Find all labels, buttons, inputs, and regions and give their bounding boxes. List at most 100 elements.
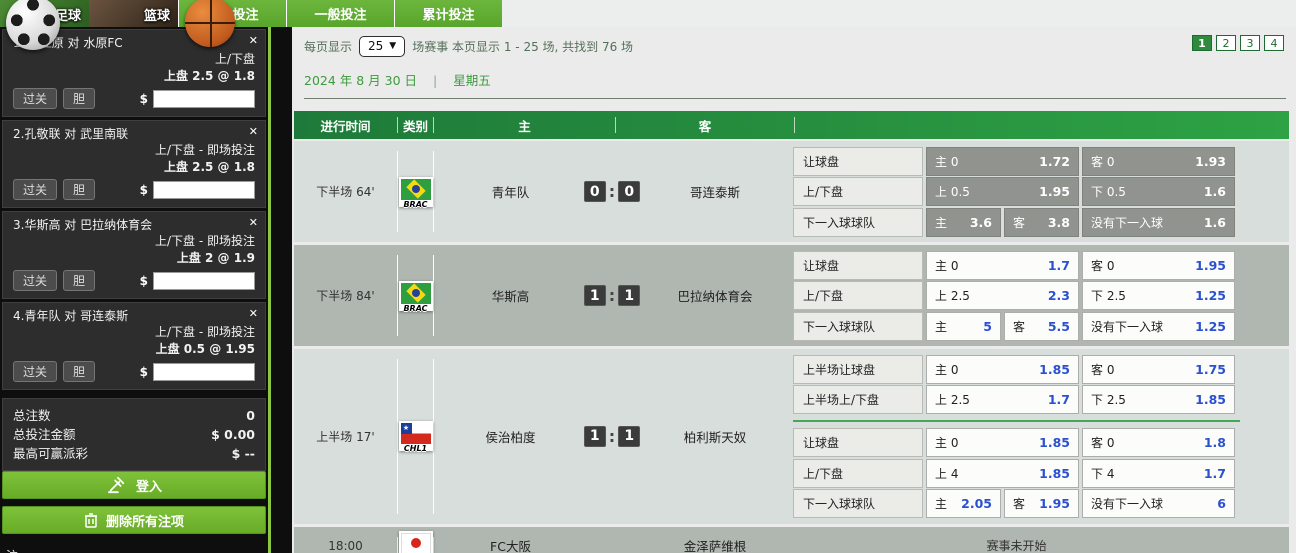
summary-value: $ -- <box>231 446 255 461</box>
gavel-icon <box>107 476 125 494</box>
market-label: 让球盘 <box>793 250 923 280</box>
odds-cell[interactable]: 客 0 1.75 <box>1082 354 1235 384</box>
odds-value: 1.25 <box>1195 318 1226 334</box>
odds-value: 1.95 <box>1039 184 1070 199</box>
odds-cell[interactable]: 客 1.95 <box>1004 489 1079 518</box>
odds-area: 让球盘主 0 1.72 客 0 1.93 上/下盘上 0.5 1.95 下 0.5 1.6 下一… <box>793 145 1240 238</box>
market-row: 上半场上/下盘上 2.5 1.7 下 2.5 1.85 <box>793 385 1240 414</box>
match-row: 上半场 17' CHL1 侯治柏度 1:1 柏利斯天奴 上半场让球盘主 0 1.85 客 0 1… <box>294 349 1289 524</box>
odds-selection: 上 4 <box>935 466 959 481</box>
tab-basketball[interactable]: 篮球 <box>89 0 235 47</box>
odds-selection: 客 <box>1013 319 1026 334</box>
stake-input[interactable] <box>153 362 255 381</box>
odds-value: 1.72 <box>1039 153 1070 169</box>
stake-input[interactable] <box>153 89 255 108</box>
odds-cell[interactable]: 上 2.5 2.3 <box>926 281 1079 310</box>
market-label: 上/下盘 <box>793 458 923 488</box>
close-icon[interactable]: ✕ <box>249 216 258 229</box>
summary-value: $ 0.00 <box>211 427 255 442</box>
odds-selection: 下 4 <box>1091 466 1115 481</box>
odds-cell[interactable]: 下 2.5 1.85 <box>1082 385 1235 414</box>
close-icon[interactable]: ✕ <box>249 125 258 138</box>
clear-all-button-label: 删除所有注项 <box>105 514 184 530</box>
market-group-divider <box>793 420 1240 422</box>
banker-button[interactable]: 胆 <box>63 88 96 109</box>
banker-button[interactable]: 胆 <box>63 179 96 200</box>
odds-selection: 没有下一入球 <box>1091 319 1164 334</box>
match-row: 下半场 64' BRAC 青年队 0:0 哥连泰斯 让球盘主 0 1.72 客 0 1.93 上/… <box>294 141 1289 242</box>
currency-label: $ <box>139 182 148 197</box>
clear-all-button[interactable]: 删除所有注项 <box>2 506 266 534</box>
summary-label: 总投注金额 <box>13 427 76 442</box>
score-home: 1 <box>583 285 606 306</box>
nav-tab-3[interactable]: 累计投注 <box>394 0 502 27</box>
odds-cell[interactable]: 下 2.5 1.25 <box>1082 281 1235 310</box>
score-home: 0 <box>583 181 606 202</box>
summary-row: 最高可赢派彩 $ -- <box>13 444 255 463</box>
nav-tab-2[interactable]: 一般投注 <box>286 0 394 27</box>
odds-cell[interactable]: 主 0 1.7 <box>926 250 1079 280</box>
sidebar-gap <box>271 27 292 553</box>
odds-value: 1.95 <box>1039 496 1070 511</box>
per-page-value: 25 <box>368 39 384 53</box>
bet-title: 4.青年队 对 哥连泰斯 <box>13 309 129 323</box>
odds-cell[interactable]: 上 2.5 1.7 <box>926 385 1079 414</box>
login-button-label: 登入 <box>135 479 162 495</box>
odds-cell[interactable]: 没有下一入球 1.25 <box>1082 311 1235 341</box>
odds-selection: 主 0 <box>935 154 959 169</box>
tab-football[interactable]: 足球 <box>0 0 89 50</box>
odds-cell[interactable]: 上 4 1.85 <box>926 458 1079 488</box>
match-time: 上半场 17' <box>316 429 375 444</box>
page-button-1[interactable]: 1 <box>1192 35 1212 51</box>
odds-selection: 主 <box>935 215 948 230</box>
pagination: 1234 <box>1192 35 1284 51</box>
odds-cell[interactable]: 主5 <box>926 311 1001 341</box>
market-label: 让球盘 <box>793 428 923 457</box>
odds-cell[interactable]: 没有下一入球 6 <box>1082 489 1235 518</box>
bet-market: 上/下盘 - 即场投注 <box>154 325 255 339</box>
odds-cell[interactable]: 下 4 1.7 <box>1082 458 1235 488</box>
away-team: 哥连泰斯 <box>689 185 740 200</box>
odds-cell[interactable]: 主 0 1.85 <box>926 354 1079 384</box>
login-button[interactable]: 登入 <box>2 471 266 499</box>
per-page-select[interactable]: 25 ▼ <box>359 35 406 57</box>
market-row: 上/下盘上 4 1.85 下 4 1.7 <box>793 458 1240 488</box>
odds-area: 赛事未开始 <box>793 537 1240 553</box>
banker-button[interactable]: 胆 <box>63 270 96 291</box>
odds-area: 上半场让球盘主 0 1.85 客 0 1.75 上半场上/下盘上 2.5 1.7 下 2.5… <box>793 353 1240 520</box>
market-label: 下一入球球队 <box>793 207 923 237</box>
odds-value: 1.7 <box>1203 465 1226 481</box>
parlay-button[interactable]: 过关 <box>13 270 58 291</box>
odds-cell[interactable]: 客 5.5 <box>1004 311 1079 341</box>
market-row: 上半场让球盘主 0 1.85 客 0 1.75 <box>793 354 1240 384</box>
odds-selection: 主 0 <box>935 258 959 273</box>
odds-cell: 客 0 1.93 <box>1082 146 1235 176</box>
market-row: 上/下盘上 2.5 2.3 下 2.5 1.25 <box>793 281 1240 310</box>
league-code: CHL1 <box>403 444 428 454</box>
close-icon[interactable]: ✕ <box>249 307 258 320</box>
market-label: 让球盘 <box>793 146 923 176</box>
odds-value: 1.75 <box>1195 361 1226 377</box>
odds-cell[interactable]: 主 2.05 <box>926 489 1001 518</box>
page-button-4[interactable]: 4 <box>1264 35 1284 51</box>
stake-input[interactable] <box>153 180 255 199</box>
odds-cell[interactable]: 客 0 1.95 <box>1082 250 1235 280</box>
page-button-2[interactable]: 2 <box>1216 35 1236 51</box>
parlay-button[interactable]: 过关 <box>13 88 58 109</box>
odds-value: 1.25 <box>1195 288 1226 303</box>
odds-cell[interactable]: 主 0 1.85 <box>926 428 1079 457</box>
banker-button[interactable]: 胆 <box>63 361 96 382</box>
odds-value: 1.85 <box>1039 361 1070 377</box>
date-separator: | <box>433 73 438 88</box>
betslip-sidebar: 1.FC江原 对 水原FC ✕ 上/下盘 上盘 2.5 @ 1.8 过关胆 $2.孔敬联 … <box>0 27 268 553</box>
odds-value: 1.93 <box>1195 153 1226 169</box>
flag-brazil-icon: BRAC <box>398 176 433 209</box>
odds-selection: 下 2.5 <box>1091 289 1126 303</box>
close-icon[interactable]: ✕ <box>249 34 258 47</box>
page-button-3[interactable]: 3 <box>1240 35 1260 51</box>
parlay-button[interactable]: 过关 <box>13 361 58 382</box>
parlay-button[interactable]: 过关 <box>13 179 58 200</box>
odds-cell[interactable]: 客 0 1.8 <box>1082 428 1235 457</box>
odds-selection: 上 0.5 <box>935 185 970 199</box>
stake-input[interactable] <box>153 271 255 290</box>
